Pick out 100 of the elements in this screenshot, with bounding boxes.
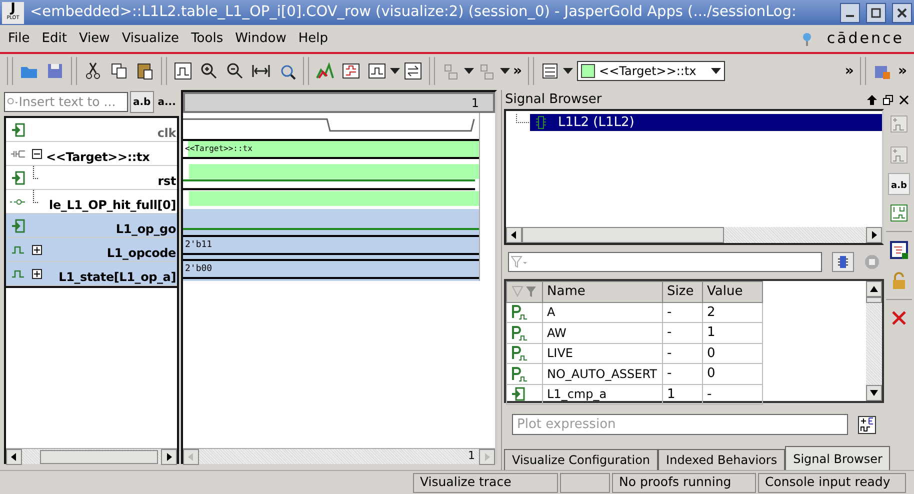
scroll-down-button[interactable] [866,385,882,401]
signal-row[interactable]: L1_op_go [6,214,177,238]
search-icon [7,97,18,107]
scroll-right-button[interactable] [161,448,177,464]
cursor-label: 1 [471,94,479,112]
close-icon[interactable] [899,94,909,104]
signal-name: L1_op_go [114,220,177,238]
expand-toggle[interactable] [32,268,42,278]
view-toggle[interactable]: a.b [130,91,154,113]
arrow-left-icon [10,452,18,460]
property-signal-icon [10,198,26,206]
signal-row[interactable]: le_L1_OP_hit_full[0] [6,190,177,214]
label-toggle[interactable]: a.b [888,173,910,195]
add-expression-icon[interactable] [858,416,876,434]
expand-toggle[interactable] [32,244,42,254]
view-toggle[interactable]: a... [156,91,178,113]
signal-name: L1_opcode [106,244,177,262]
tree-connector [33,166,39,179]
signal-row[interactable]: L1_state[L1_op_a] [6,262,177,286]
table-cell: - [662,364,702,384]
arrow-right-icon [483,452,491,460]
tree-connector [33,190,39,203]
menu-item[interactable]: Window [235,28,286,48]
menu-item[interactable]: File [8,28,30,48]
plot-expression-field[interactable]: Plot expression [512,414,848,435]
tab[interactable]: Visualize Configuration [504,449,658,470]
restore-icon[interactable] [883,94,893,104]
window-title: <embedded>::L1L2.table_L1_OP_i[0].COV_row (visualize:2) (session_0) - JasperGold Apps (.../sessionLog: [30,2,798,22]
chip-button[interactable] [832,252,854,272]
maximize-icon[interactable] [866,2,886,22]
table-cell: 1 [662,384,702,404]
status-text: Visualize trace [413,472,558,492]
column-header[interactable]: Value [702,282,762,302]
scroll-left-button[interactable] [506,227,522,243]
chip-icon [838,255,848,269]
menu-item[interactable]: Visualize [122,28,180,48]
scroll-left-button[interactable] [6,448,22,464]
tab[interactable]: Signal Browser [785,446,890,470]
table-cell: AW [542,322,662,343]
pulse-icon [12,246,24,254]
signal-name: L1_state[L1_op_a] [58,268,177,286]
caret-icon[interactable] [563,68,574,74]
tree-connector [516,114,530,123]
tree-item[interactable]: L1L2 (L1L2) [530,114,882,131]
signal-row[interactable]: rst [6,166,177,190]
caret-icon[interactable] [464,68,474,74]
scrollbar-thumb[interactable] [522,227,724,243]
caret-icon[interactable] [711,68,722,74]
overflow-button[interactable]: » [510,60,526,82]
table-cell: 2 [702,302,762,322]
tab[interactable]: Indexed Behaviors [658,449,786,470]
column-header[interactable]: Size [662,282,702,302]
group-signal-icon [11,148,25,158]
menu-item[interactable]: Tools [191,28,224,48]
arrow-down-icon [870,389,878,397]
menu-item[interactable]: Edit [42,28,67,48]
scroll-up-button[interactable] [866,281,882,297]
brand-logo: cādence [826,28,904,50]
scroll-right-button[interactable] [866,227,882,243]
parameter-icon [511,324,529,341]
arrow-up-icon[interactable] [867,94,877,104]
scrollbar-thumb[interactable] [866,297,882,303]
input-signal-icon [11,170,25,184]
minus-icon [34,150,40,156]
minimize-icon[interactable] [840,2,860,22]
overflow-button[interactable]: » [842,60,857,82]
panel-title: Signal Browser [505,90,603,109]
overflow-button[interactable]: » [894,60,910,82]
table-cell: NO_AUTO_ASSERT [542,364,662,384]
table-cell: 0 [702,343,762,364]
arrow-left-icon [187,452,195,460]
filter-field[interactable] [508,252,822,272]
table-cell: LIVE [542,343,662,364]
arrow-up-icon [870,285,878,293]
menu-item[interactable]: Help [298,28,328,48]
arrow-left-icon [510,231,518,239]
table-cell: 1 [702,322,762,343]
scrollbar-thumb[interactable] [40,450,158,464]
arrow-right-icon [165,452,173,460]
signal-name: le_L1_OP_hit_full[0] [48,196,177,214]
column-header[interactable]: Name [542,282,662,302]
close-icon[interactable] [892,2,912,22]
pulse-icon [12,270,24,278]
waveform-value: <<Target>>::tx [185,143,252,155]
module-icon [536,116,546,129]
table-cell: A [542,302,662,322]
signal-row[interactable]: L1_opcode [6,238,177,262]
signal-name: clk [156,124,177,142]
search-field[interactable]: Insert text to ... [4,92,128,112]
menu-item[interactable]: View [78,28,110,48]
swatch-icon [581,64,596,78]
collapse-toggle[interactable] [32,148,42,158]
caret-icon[interactable] [390,68,400,74]
target-combo[interactable]: <<Target>>::tx [577,61,726,81]
caret-icon[interactable] [500,68,510,74]
table-cell: 0 [702,364,762,384]
parameter-icon [511,304,529,320]
table-cell: - [662,343,702,364]
input-signal-icon [11,122,25,136]
table-cell: - [702,384,762,404]
